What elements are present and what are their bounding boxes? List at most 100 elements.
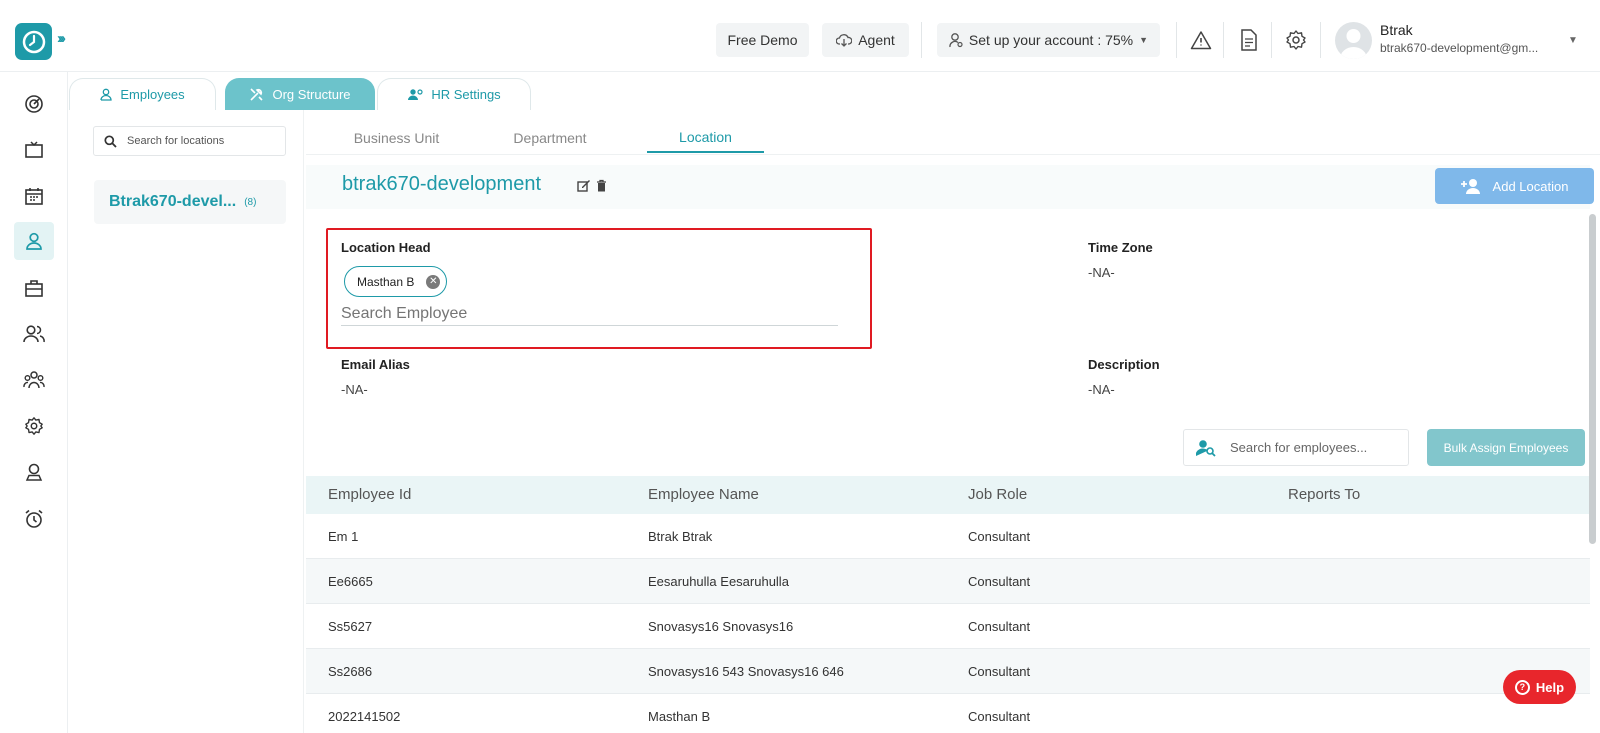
- table-row[interactable]: [306, 559, 1590, 604]
- location-list-item[interactable]: Btrak670-devel... (8): [94, 180, 286, 224]
- employee-search-input[interactable]: Search for employees...: [1183, 429, 1409, 466]
- employee-table-header: [306, 476, 1590, 514]
- agent-button[interactable]: Agent: [822, 23, 909, 57]
- help-button[interactable]: ? Help: [1503, 670, 1576, 704]
- help-label: Help: [1535, 679, 1565, 695]
- location-search-input[interactable]: Search for locations: [93, 126, 286, 156]
- calendar-nav-icon[interactable]: [14, 177, 54, 215]
- left-nav-rail: [0, 72, 68, 733]
- cell-employee-name: Btrak Btrak: [648, 529, 713, 544]
- top-header: ››› Free Demo Agent Set up your account …: [0, 0, 1600, 72]
- help-question-icon: ?: [1514, 679, 1530, 695]
- employee-search-placeholder: Search for employees...: [1230, 440, 1368, 455]
- description-value: -NA-: [1088, 382, 1115, 397]
- location-count: (8): [244, 196, 257, 208]
- cell-employee-id: Ee6665: [328, 574, 373, 589]
- search-icon: [104, 134, 117, 148]
- caret-down-icon: ▼: [1139, 35, 1149, 45]
- cell-employee-name: Snovasys16 Snovasys16: [648, 619, 794, 634]
- table-row[interactable]: [306, 514, 1590, 559]
- subtab-label: Department: [513, 130, 587, 146]
- column-header-employee-id[interactable]: Employee Id: [328, 486, 411, 503]
- header-divider: [1320, 22, 1321, 58]
- add-user-icon: [1460, 179, 1480, 194]
- table-row[interactable]: [306, 694, 1590, 733]
- email-alias-value: -NA-: [341, 382, 368, 397]
- tab-label: Employees: [120, 87, 185, 102]
- table-row[interactable]: [306, 604, 1590, 649]
- user-avatar[interactable]: [1335, 22, 1372, 59]
- bulk-assign-employees-button[interactable]: Bulk Assign Employees: [1427, 429, 1585, 466]
- cell-employee-name: Eesaruhulla Eesaruhulla: [648, 574, 789, 589]
- cell-employee-name: Snovasys16 543 Snovasys16 646: [648, 664, 844, 679]
- delete-icon[interactable]: [596, 179, 607, 192]
- location-head-chip[interactable]: Masthan B ✕: [344, 266, 447, 297]
- column-header-employee-name[interactable]: Employee Name: [648, 486, 759, 503]
- column-header-job-role[interactable]: Job Role: [968, 486, 1027, 503]
- tab-label: Org Structure: [272, 87, 351, 102]
- tab-org-structure[interactable]: Org Structure: [225, 78, 375, 110]
- time-zone-value: -NA-: [1088, 265, 1115, 280]
- subtab-business-unit[interactable]: Business Unit: [340, 123, 453, 153]
- cell-job-role: Consultant: [968, 619, 1031, 634]
- subtab-divider: [306, 154, 1600, 155]
- cell-job-role: Consultant: [968, 664, 1031, 679]
- add-location-button[interactable]: Add Location: [1435, 168, 1594, 204]
- content-scrollbar[interactable]: [1589, 214, 1596, 544]
- users-settings-icon: [408, 89, 423, 100]
- briefcase-nav-icon[interactable]: [14, 269, 54, 307]
- cell-job-role: Consultant: [968, 574, 1031, 589]
- users-nav-icon[interactable]: [14, 315, 54, 353]
- tv-nav-icon[interactable]: [14, 131, 54, 169]
- app-logo-icon[interactable]: [15, 23, 52, 60]
- settings-gear-icon[interactable]: [1284, 28, 1308, 52]
- header-divider: [1271, 22, 1272, 58]
- location-title: btrak670-development: [342, 173, 542, 195]
- cell-job-role: Consultant: [968, 529, 1031, 544]
- header-divider: [1223, 22, 1224, 58]
- location-name: Btrak670-devel...: [109, 193, 237, 210]
- table-row[interactable]: [306, 649, 1590, 694]
- subtab-label: Business Unit: [353, 130, 440, 146]
- header-divider: [921, 22, 922, 58]
- user-email[interactable]: btrak670-development@gm...: [1380, 41, 1538, 55]
- employee-search-field[interactable]: [341, 302, 838, 326]
- location-head-label: Location Head: [341, 240, 431, 255]
- subtab-location[interactable]: Location: [647, 123, 764, 153]
- expand-menu-icon[interactable]: ›››: [57, 30, 66, 47]
- header-divider: [1176, 22, 1177, 58]
- setup-label: Set up your account : 75%: [968, 32, 1134, 48]
- user-name[interactable]: Btrak: [1380, 22, 1413, 38]
- cell-employee-id: Ss5627: [328, 619, 373, 634]
- settings-nav-icon[interactable]: [14, 407, 54, 445]
- dashboard-nav-icon[interactable]: [14, 85, 54, 123]
- profile-nav-icon[interactable]: [14, 453, 54, 491]
- cell-employee-id: 2022141502: [328, 709, 401, 724]
- cell-job-role: Consultant: [968, 709, 1031, 724]
- team-nav-icon[interactable]: [14, 361, 54, 399]
- setup-account-button[interactable]: Set up your account : 75% ▼: [937, 23, 1160, 57]
- user-menu-chevron-icon[interactable]: ▼: [1568, 35, 1578, 46]
- tab-employees[interactable]: Employees: [69, 78, 216, 110]
- agent-label: Agent: [858, 32, 895, 48]
- column-header-reports-to[interactable]: Reports To: [1288, 486, 1360, 503]
- user-search-icon: [1196, 439, 1216, 457]
- edit-icon[interactable]: [577, 179, 591, 192]
- bulk-assign-label: Bulk Assign Employees: [1443, 440, 1569, 455]
- document-icon[interactable]: [1237, 28, 1261, 52]
- tab-label: HR Settings: [431, 87, 501, 102]
- warning-icon[interactable]: [1189, 28, 1213, 52]
- subtab-department[interactable]: Department: [496, 123, 604, 153]
- chip-remove-icon[interactable]: ✕: [426, 274, 441, 289]
- description-label: Description: [1088, 357, 1160, 372]
- free-demo-label: Free Demo: [727, 32, 798, 48]
- cloud-download-icon: [836, 34, 853, 47]
- add-location-label: Add Location: [1492, 178, 1569, 194]
- cell-employee-id: Ss2686: [328, 664, 373, 679]
- employee-nav-icon[interactable]: [14, 222, 54, 260]
- location-search-placeholder: Search for locations: [127, 135, 225, 147]
- email-alias-label: Email Alias: [341, 357, 410, 372]
- tab-hr-settings[interactable]: HR Settings: [377, 78, 531, 110]
- alarm-clock-nav-icon[interactable]: [14, 500, 54, 538]
- free-demo-button[interactable]: Free Demo: [716, 23, 809, 57]
